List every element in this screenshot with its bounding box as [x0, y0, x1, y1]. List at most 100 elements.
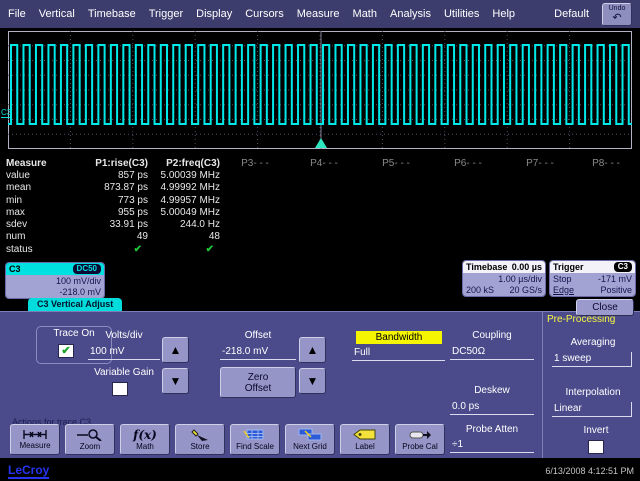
deskew-field[interactable]: 0.0 ps [450, 400, 534, 415]
next-grid-button[interactable]: Next Grid [285, 424, 335, 455]
menu-display[interactable]: Display [196, 8, 232, 20]
trigger-descriptor[interactable]: Trigger C3 Stop -171 mV Edge Positive [549, 260, 636, 297]
menu-help[interactable]: Help [492, 8, 515, 20]
label-button[interactable]: Label [340, 424, 390, 455]
lecroy-logo: LeCroy [8, 464, 49, 479]
tab-c3-vertical-adjust[interactable]: C3 Vertical Adjust [28, 298, 122, 311]
label-icon [352, 429, 378, 441]
trigger-title: Trigger [553, 262, 584, 272]
waveform-display[interactable]: C3 [0, 28, 640, 157]
trigger-level: -171 mV [598, 274, 632, 285]
p1-status-check-icon: ✔ [60, 244, 150, 255]
col-p3[interactable]: P3- - - [222, 158, 288, 169]
invert-checkbox[interactable] [588, 440, 604, 454]
timebase-title: Timebase [466, 262, 507, 272]
undo-button[interactable]: Undo ↶ [602, 3, 632, 26]
close-button[interactable]: Close [576, 299, 634, 316]
interpolation-field[interactable]: Linear [552, 402, 632, 417]
invert-label: Invert [566, 425, 626, 436]
coupling-label: Coupling [452, 330, 532, 341]
store-icon [188, 429, 212, 441]
status-bar: LeCroy 6/13/2008 4:12:51 PM [0, 461, 640, 481]
trace-on-checkbox[interactable]: ✔ [58, 344, 74, 358]
menu-timebase[interactable]: Timebase [88, 8, 136, 20]
zoom-button[interactable]: Zoom [65, 424, 115, 455]
bandwidth-field[interactable]: Full [352, 346, 445, 361]
volts-div-field[interactable]: 100 mV [88, 345, 160, 360]
p2-max: 5.00049 MHz [150, 207, 222, 218]
oscilloscope-screen: File Vertical Timebase Trigger Display C… [0, 0, 640, 481]
volts-div-label: Volts/div [88, 330, 160, 341]
timebase-delay: 0.00 µs [512, 262, 542, 272]
measure-icon [21, 429, 49, 440]
col-p7[interactable]: P7- - - [504, 158, 576, 169]
p2-value: 5.00039 MHz [150, 170, 222, 181]
variable-gain-checkbox[interactable] [112, 382, 128, 396]
timebase-scale: 1.00 µs/div [466, 274, 542, 285]
menu-analysis[interactable]: Analysis [390, 8, 431, 20]
up-arrow-icon: ▲ [307, 343, 319, 357]
down-arrow-icon: ▼ [170, 374, 182, 388]
offset-up-button[interactable]: ▲ [299, 337, 326, 363]
check-icon: ✔ [61, 345, 70, 357]
default-label[interactable]: Default [554, 8, 589, 20]
menu-trigger[interactable]: Trigger [149, 8, 183, 20]
row-label-max: max [6, 207, 60, 218]
offset-field[interactable]: -218.0 mV [220, 345, 296, 360]
zoom-icon [76, 429, 104, 441]
volts-div-up-button[interactable]: ▲ [162, 337, 189, 363]
next-grid-button-label: Next Grid [293, 442, 327, 451]
col-p1[interactable]: P1:rise(C3) [60, 158, 150, 169]
p1-num: 49 [60, 231, 150, 242]
menu-vertical[interactable]: Vertical [39, 8, 75, 20]
coupling-field[interactable]: DC50Ω [450, 345, 534, 360]
timebase-samples: 200 kS [466, 285, 494, 296]
probe-cal-button[interactable]: Probe Cal [395, 424, 445, 455]
timebase-rate: 20 GS/s [509, 285, 542, 296]
p1-min: 773 ps [60, 195, 150, 206]
math-button-label: Math [136, 442, 154, 451]
timebase-descriptor[interactable]: Timebase 0.00 µs 1.00 µs/div 200 kS 20 G… [462, 260, 546, 297]
undo-icon: ↶ [612, 13, 621, 23]
col-p2[interactable]: P2:freq(C3) [150, 158, 222, 169]
math-button[interactable]: f(x) Math [120, 424, 170, 455]
datetime-label: 6/13/2008 4:12:51 PM [545, 466, 634, 476]
col-p4[interactable]: P4- - - [288, 158, 360, 169]
deskew-label: Deskew [452, 385, 532, 396]
menu-measure[interactable]: Measure [297, 8, 340, 20]
fx-icon: f(x) [133, 429, 157, 441]
menu-cursors[interactable]: Cursors [245, 8, 284, 20]
c3-offset: -218.0 mV [9, 287, 101, 298]
measure-button[interactable]: Measure [10, 424, 60, 455]
p2-min: 4.99957 MHz [150, 195, 222, 206]
zero-offset-button[interactable]: Zero Offset [220, 367, 296, 398]
col-p5[interactable]: P5- - - [360, 158, 432, 169]
p1-mean: 873.87 ps [60, 182, 150, 193]
p1-sdev: 33.91 ps [60, 219, 150, 230]
row-label-min: min [6, 195, 60, 206]
probe-cal-button-label: Probe Cal [402, 442, 438, 451]
trigger-time-marker [315, 138, 327, 148]
col-p8[interactable]: P8- - - [576, 158, 636, 169]
probe-atten-label: Probe Atten [452, 424, 532, 435]
menu-utilities[interactable]: Utilities [444, 8, 479, 20]
store-button[interactable]: Store [175, 424, 225, 455]
menu-file[interactable]: File [8, 8, 26, 20]
interpolation-label: Interpolation [550, 387, 636, 398]
c3-channel-descriptor[interactable]: C3 DC50 100 mV/div -218.0 mV [5, 262, 105, 299]
row-label-num: num [6, 231, 60, 242]
p1-max: 955 ps [60, 207, 150, 218]
probe-atten-field[interactable]: ÷1 [450, 438, 534, 453]
row-label-status: status [6, 244, 60, 255]
find-scale-button[interactable]: Find Scale [230, 424, 280, 455]
dialog-separator [542, 312, 543, 458]
menu-math[interactable]: Math [353, 8, 377, 20]
averaging-field[interactable]: 1 sweep [552, 352, 632, 367]
c3-zero-level-marker[interactable]: C3 [1, 108, 11, 118]
variable-gain-label: Variable Gain [86, 367, 162, 378]
next-grid-icon [297, 428, 323, 441]
p2-mean: 4.99992 MHz [150, 182, 222, 193]
col-p6[interactable]: P6- - - [432, 158, 504, 169]
offset-down-button[interactable]: ▼ [299, 368, 326, 394]
volts-div-down-button[interactable]: ▼ [162, 368, 189, 394]
